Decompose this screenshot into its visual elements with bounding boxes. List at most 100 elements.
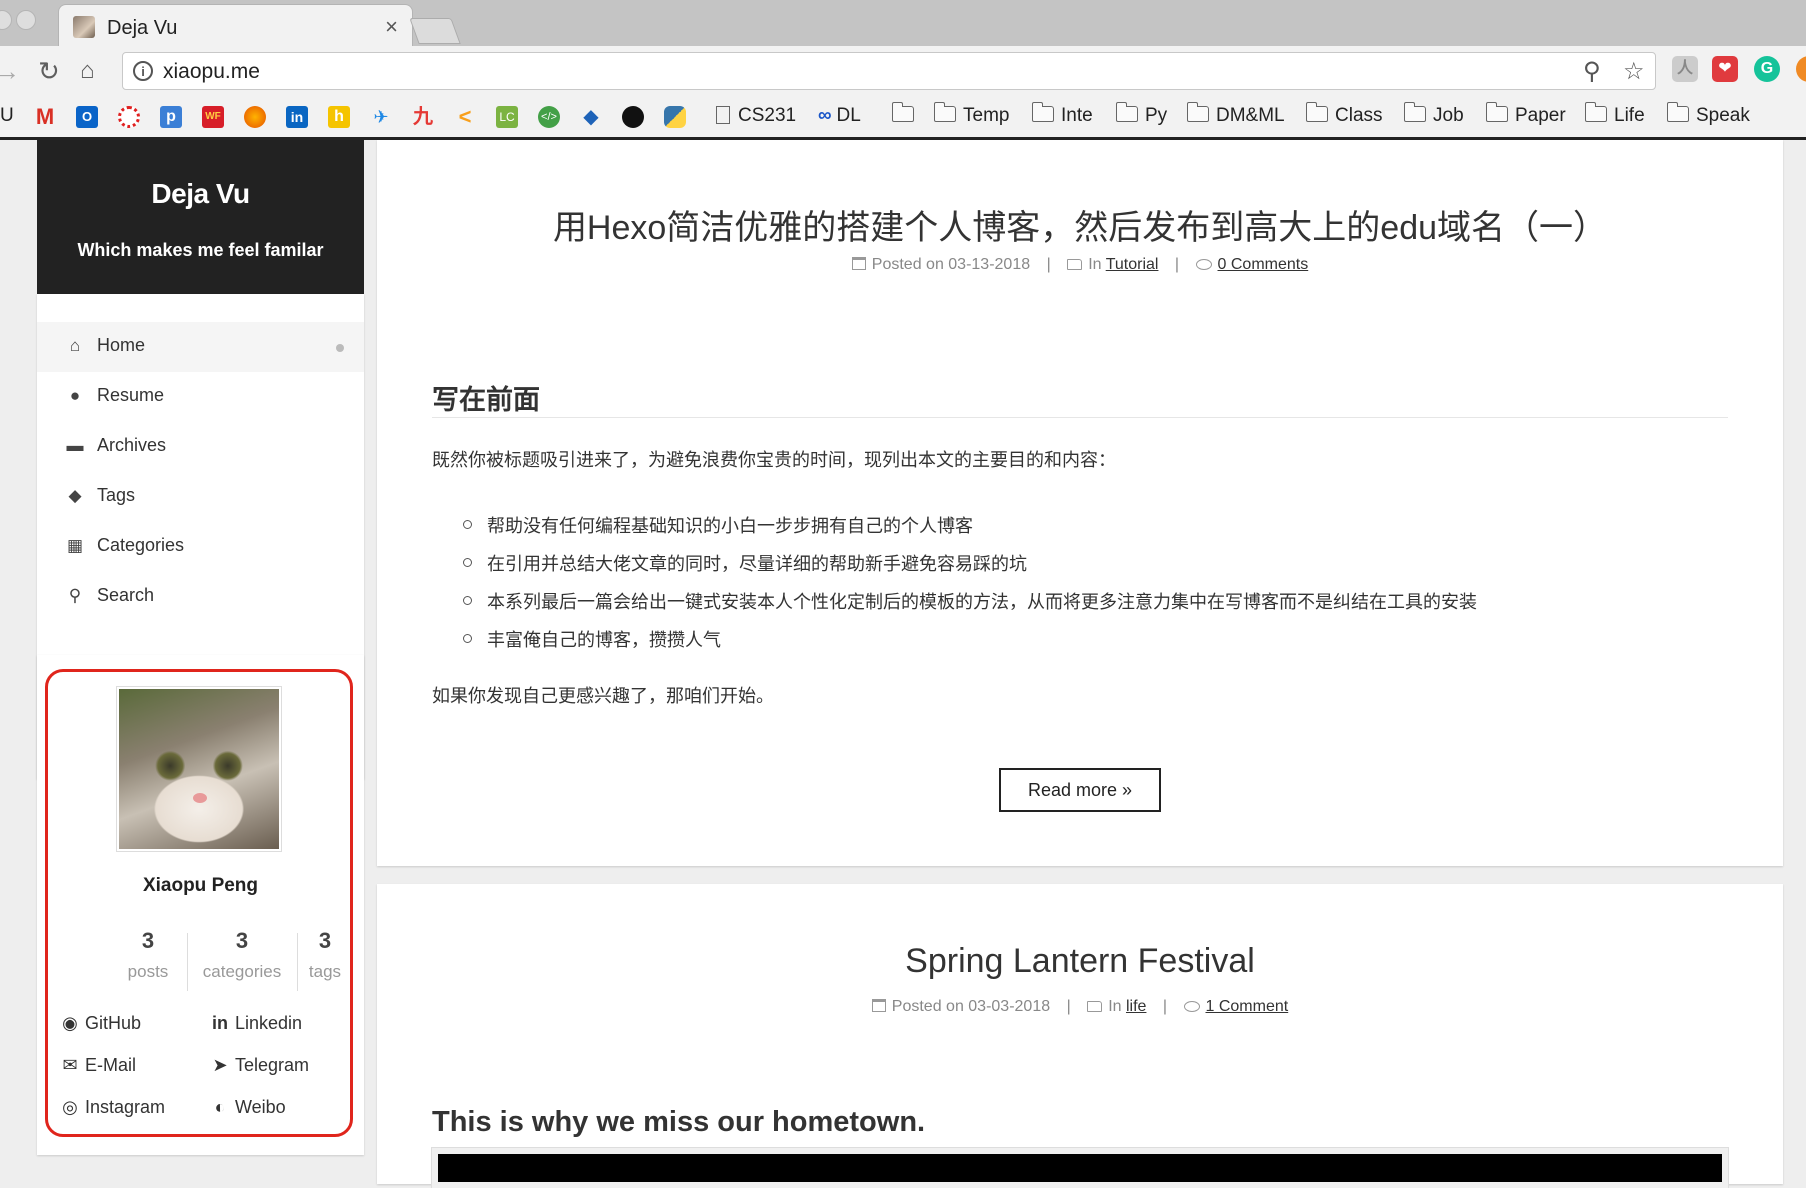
bookmark-folder-temp[interactable]: Temp <box>933 102 1009 127</box>
address-url[interactable]: xiaopu.me <box>163 60 260 84</box>
menu-item-search[interactable]: ⚲ Search <box>37 572 364 622</box>
stat-tags[interactable]: 3 tags <box>295 928 355 982</box>
window-minimize-button[interactable] <box>0 10 12 30</box>
gmail-bookmark-icon[interactable]: M <box>34 106 56 128</box>
post-title[interactable]: Spring Lantern Festival <box>377 942 1783 981</box>
menu-item-home[interactable]: ⌂ Home <box>37 322 364 372</box>
pandora-bookmark-icon[interactable]: p <box>160 106 182 128</box>
extension-edge-icon[interactable] <box>1796 56 1806 82</box>
post-comments-link[interactable]: 0 Comments <box>1218 256 1309 273</box>
leetcode-bookmark-icon[interactable]: < <box>454 106 476 128</box>
info-icon[interactable]: i <box>133 61 153 81</box>
folder-icon <box>1666 102 1689 122</box>
forward-icon[interactable]: → <box>0 56 20 87</box>
home-icon[interactable]: ⌂ <box>80 57 95 85</box>
tab-close-icon[interactable]: × <box>385 14 398 40</box>
post-meta: Posted on 03-13-2018 | In Tutorial | 0 C… <box>377 256 1783 274</box>
telegram-icon: ➤ <box>212 1055 228 1075</box>
video-embed[interactable] <box>432 1148 1728 1188</box>
firefox-bookmark-icon[interactable] <box>244 106 266 128</box>
github-icon: ◉ <box>62 1013 78 1033</box>
window-zoom-button[interactable] <box>16 10 36 30</box>
stat-label: posts <box>127 962 169 981</box>
menu-item-archives[interactable]: ▬ Archives <box>37 422 364 472</box>
stat-categories[interactable]: 3 categories <box>187 928 297 982</box>
address-bar[interactable]: i xiaopu.me ⚲ ☆ <box>122 52 1656 90</box>
code-bookmark-icon[interactable]: </> <box>538 106 560 128</box>
browser-tab[interactable]: Deja Vu × <box>58 4 413 48</box>
bookmark-folder-job[interactable]: Job <box>1403 102 1464 127</box>
link-telegram[interactable]: ➤ Telegram <box>209 1055 309 1076</box>
bookmark-folder-speak[interactable]: Speak <box>1666 102 1750 127</box>
extension-grammarly-icon[interactable]: G <box>1754 56 1780 82</box>
folder-icon <box>1115 102 1138 122</box>
comment-icon <box>1195 259 1212 270</box>
site-title[interactable]: Deja Vu <box>37 178 364 210</box>
zoom-icon[interactable]: ⚲ <box>1583 57 1601 86</box>
link-github[interactable]: ◉ GitHub <box>59 1013 141 1034</box>
new-tab-button[interactable] <box>409 18 461 44</box>
link-linkedin[interactable]: in Linkedin <box>209 1013 302 1034</box>
outlook-bookmark-icon[interactable]: O <box>76 106 98 128</box>
stat-count: 3 <box>318 928 332 953</box>
menu-item-tags[interactable]: ◆ Tags <box>37 472 364 522</box>
link-weibo[interactable]: ◐ Weibo <box>209 1097 286 1118</box>
indeed-bookmark-icon[interactable]: h <box>328 106 350 128</box>
menu-label: Archives <box>97 435 167 455</box>
link-instagram[interactable]: ◎ Instagram <box>59 1097 165 1118</box>
reload-icon[interactable]: ↻ <box>38 56 60 87</box>
bird-bookmark-icon[interactable]: ✈ <box>370 106 392 128</box>
folder-icon <box>1087 1001 1103 1012</box>
python-bookmark-icon[interactable] <box>664 106 686 128</box>
menu-label: Categories <box>97 535 185 555</box>
extension-translate-icon[interactable]: 人 <box>1672 56 1698 82</box>
bookmark-folder-unnamed[interactable] <box>891 102 921 127</box>
bookmark-overflow-label[interactable]: U <box>0 105 14 127</box>
section-heading: 写在前面 <box>432 385 540 415</box>
bookmark-folder-dmml[interactable]: DM&ML <box>1186 102 1285 127</box>
bookmark-star-icon[interactable]: ☆ <box>1623 57 1645 86</box>
bookmark-dl[interactable]: ∞ DL <box>818 105 861 127</box>
folder-icon <box>1186 102 1209 122</box>
lc-bookmark-icon[interactable]: LC <box>496 106 518 128</box>
jiu-bookmark-icon[interactable]: 九 <box>412 106 434 128</box>
infinity-icon: ∞ <box>818 105 832 126</box>
folder-icon <box>1031 102 1054 122</box>
post-comments-link[interactable]: 1 Comment <box>1206 998 1289 1015</box>
folder-icon <box>1485 102 1508 122</box>
post-category-link[interactable]: Tutorial <box>1106 256 1159 273</box>
list-item: 本系列最后一篇会给出一键式安装本人个性化定制后的模板的方法，从而将更多注意力集中… <box>463 588 1477 614</box>
bookmark-folder-inte[interactable]: Inte <box>1031 102 1093 127</box>
extension-pocket-icon[interactable]: ❤ <box>1712 56 1738 82</box>
post-outro: 如果你发现自己更感兴趣了，那咱们开始。 <box>432 686 774 706</box>
site-subtitle: Which makes me feel familar <box>77 240 324 260</box>
post-category-link[interactable]: life <box>1126 998 1146 1015</box>
category-prefix: In <box>1108 998 1122 1015</box>
linkedin-icon: in <box>212 1013 228 1033</box>
folder-icon <box>1403 102 1426 122</box>
menu-label: Home <box>97 335 146 355</box>
menu-item-categories[interactable]: ▦ Categories <box>37 522 364 572</box>
folder-icon <box>891 102 914 122</box>
huawei-bookmark-icon[interactable] <box>118 106 140 128</box>
github-bookmark-icon[interactable] <box>622 106 644 128</box>
stat-posts[interactable]: 3 posts <box>108 928 188 982</box>
bookmark-folder-life[interactable]: Life <box>1584 102 1645 127</box>
bookmark-folder-paper[interactable]: Paper <box>1485 102 1566 127</box>
wellsfargo-bookmark-icon[interactable]: WF <box>202 106 224 128</box>
linkedin-bookmark-icon[interactable]: in <box>286 106 308 128</box>
bookmark-folder-class[interactable]: Class <box>1305 102 1383 127</box>
read-more-button[interactable]: Read more » <box>999 768 1161 812</box>
search-icon: ⚲ <box>68 586 82 605</box>
link-email[interactable]: ✉ E-Mail <box>59 1055 136 1076</box>
stat-count: 3 <box>141 928 155 953</box>
menu-item-resume[interactable]: ● Resume <box>37 372 364 422</box>
folder-icon <box>1067 259 1083 270</box>
stack-bookmark-icon[interactable]: ◆ <box>580 106 602 128</box>
post-title[interactable]: 用Hexo简洁优雅的搭建个人博客，然后发布到高大上的edu域名（一） <box>377 200 1783 249</box>
stat-label: categories <box>202 962 282 981</box>
page-icon <box>716 106 730 124</box>
bookmark-folder-py[interactable]: Py <box>1115 102 1167 127</box>
bookmark-cs231[interactable]: CS231 <box>716 105 796 127</box>
author-name: Xiaopu Peng <box>142 875 259 896</box>
